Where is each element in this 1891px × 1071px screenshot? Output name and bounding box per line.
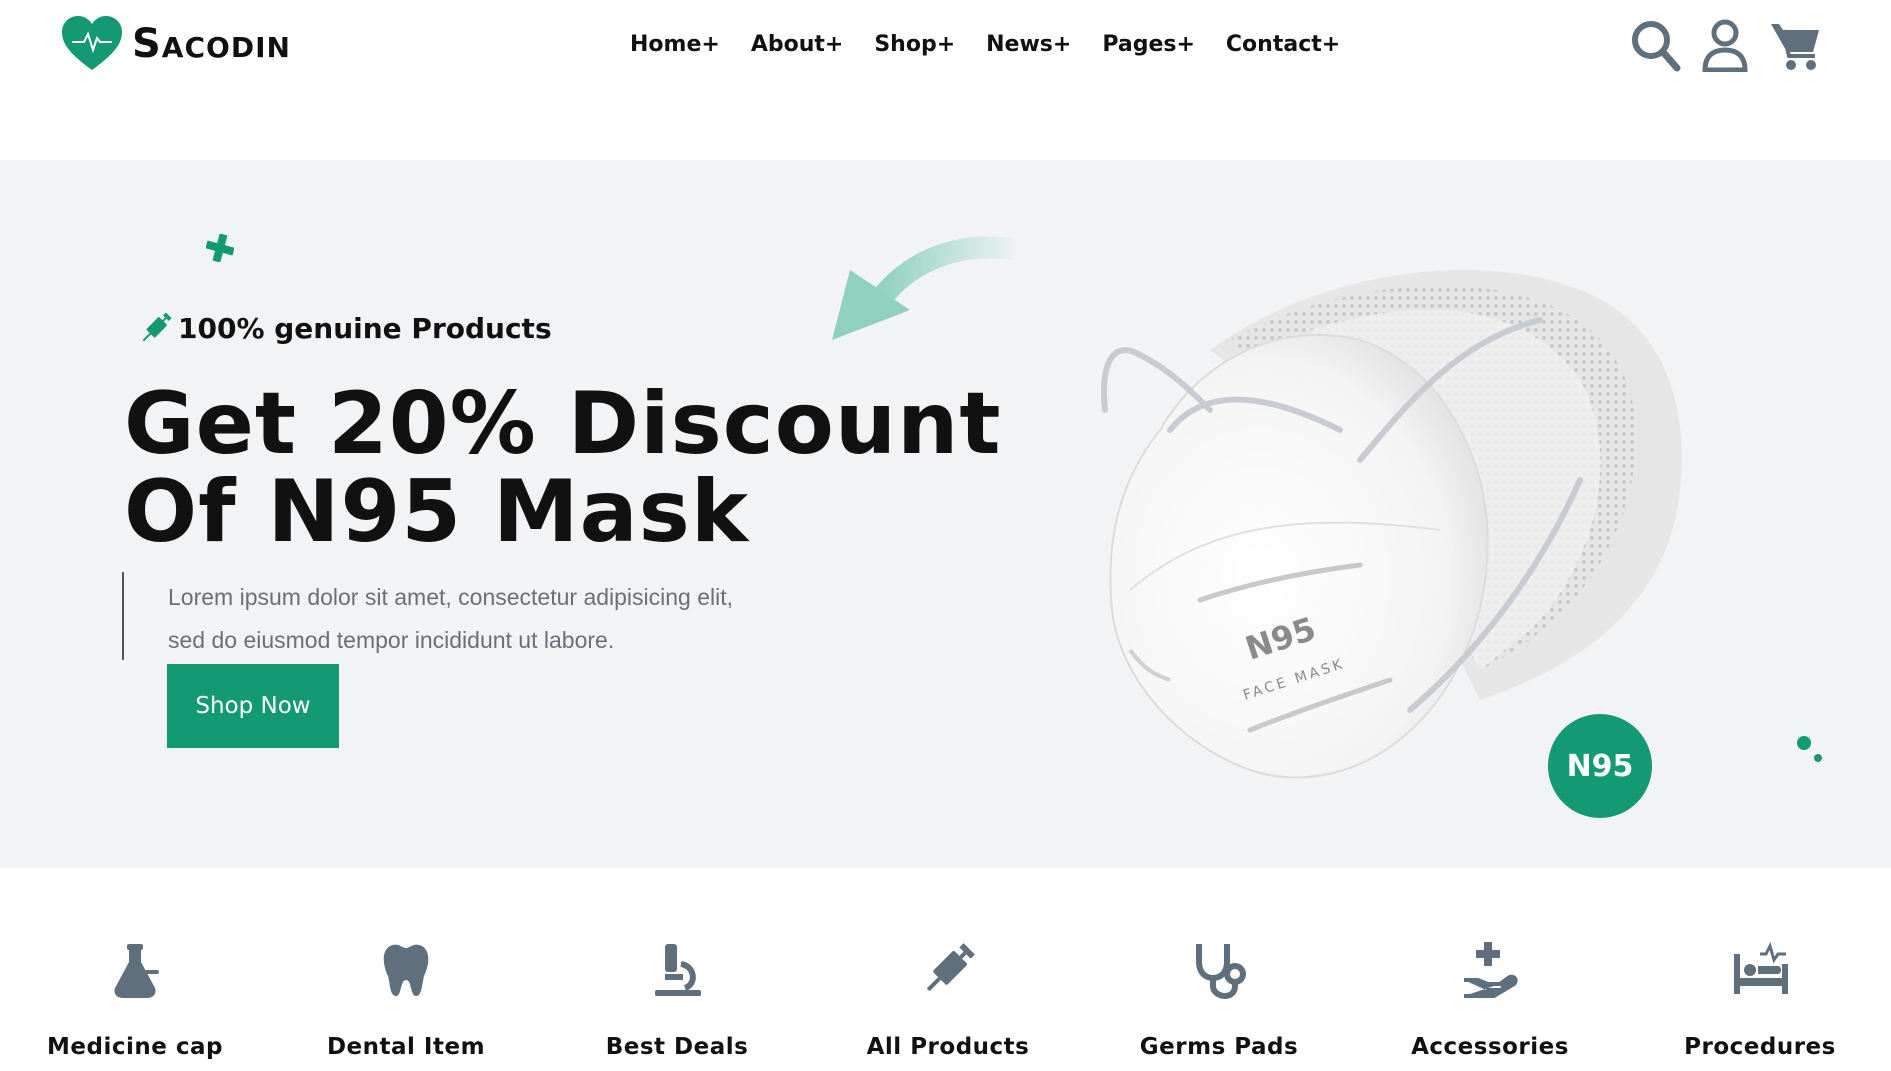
hero-title-line-1: Get 20% Discount xyxy=(124,374,1002,474)
category-label: Medicine cap xyxy=(47,1034,223,1060)
tooth-icon xyxy=(383,944,429,996)
hand-medical-icon xyxy=(1464,942,1518,998)
syringe-icon xyxy=(926,943,975,992)
header-actions xyxy=(1629,18,1821,72)
heart-pulse-icon xyxy=(62,16,122,70)
n95-badge: N95 xyxy=(1548,714,1652,818)
curved-arrow-icon xyxy=(832,236,1020,340)
search-icon[interactable] xyxy=(1629,18,1681,72)
cart-icon[interactable] xyxy=(1769,18,1821,72)
category-label: Germs Pads xyxy=(1139,1034,1299,1060)
category-procedures[interactable]: Procedures xyxy=(1640,868,1880,1060)
category-label: Best Deals xyxy=(605,1034,749,1060)
category-label: Procedures xyxy=(1684,1034,1836,1060)
category-accessories[interactable]: Accessories xyxy=(1370,868,1610,1060)
category-strip: Medicine cap Dental Item Best Deals All … xyxy=(0,868,1891,1071)
category-best-deals[interactable]: Best Deals xyxy=(557,868,797,1060)
description-divider xyxy=(122,572,124,660)
category-label: All Products xyxy=(866,1034,1030,1060)
category-germs-pads[interactable]: Germs Pads xyxy=(1099,868,1339,1060)
hero-description-line-1: Lorem ipsum dolor sit amet, consectetur … xyxy=(168,584,734,610)
decorative-dot xyxy=(1797,736,1811,750)
main-nav: Home+ About+ Shop+ News+ Pages+ Contact+ xyxy=(630,32,1371,57)
flask-icon xyxy=(114,944,159,998)
hero-banner: 100% genuine Products Get 20% Discount O… xyxy=(0,160,1891,868)
category-label: Dental Item xyxy=(326,1034,486,1060)
hero-title: Get 20% Discount Of N95 Mask xyxy=(124,380,1024,556)
hero-title-line-2: Of N95 Mask xyxy=(124,462,750,562)
nav-home[interactable]: Home+ xyxy=(630,32,720,57)
logo-text: Sacodin xyxy=(132,21,291,67)
nav-about[interactable]: About+ xyxy=(751,32,844,57)
category-dental-item[interactable]: Dental Item xyxy=(286,868,526,1060)
shop-now-button[interactable]: Shop Now xyxy=(167,664,339,748)
site-header: Sacodin Home+ About+ Shop+ News+ Pages+ … xyxy=(0,0,1891,160)
nav-shop[interactable]: Shop+ xyxy=(874,32,955,57)
user-icon[interactable] xyxy=(1699,18,1751,72)
hero-description-line-2: sed do eiusmod tempor incididunt ut labo… xyxy=(168,627,615,653)
nav-pages[interactable]: Pages+ xyxy=(1102,32,1195,57)
stethoscope-icon xyxy=(1196,944,1246,1000)
category-label: Accessories xyxy=(1411,1034,1569,1060)
hero-description: Lorem ipsum dolor sit amet, consectetur … xyxy=(168,576,808,662)
nav-news[interactable]: News+ xyxy=(986,32,1071,57)
syringe-icon xyxy=(142,312,172,342)
medical-cross-icon xyxy=(206,234,234,262)
category-all-products[interactable]: All Products xyxy=(828,868,1068,1060)
tagline-text: 100% genuine Products xyxy=(178,311,552,345)
decorative-dot xyxy=(1814,754,1822,762)
hero-tagline: 100% genuine Products xyxy=(136,308,552,348)
category-medicine-cap[interactable]: Medicine cap xyxy=(15,868,255,1060)
logo[interactable]: Sacodin xyxy=(60,14,291,74)
nav-contact[interactable]: Contact+ xyxy=(1226,32,1340,57)
microscope-icon xyxy=(655,944,701,996)
hospital-bed-icon xyxy=(1734,941,1788,994)
